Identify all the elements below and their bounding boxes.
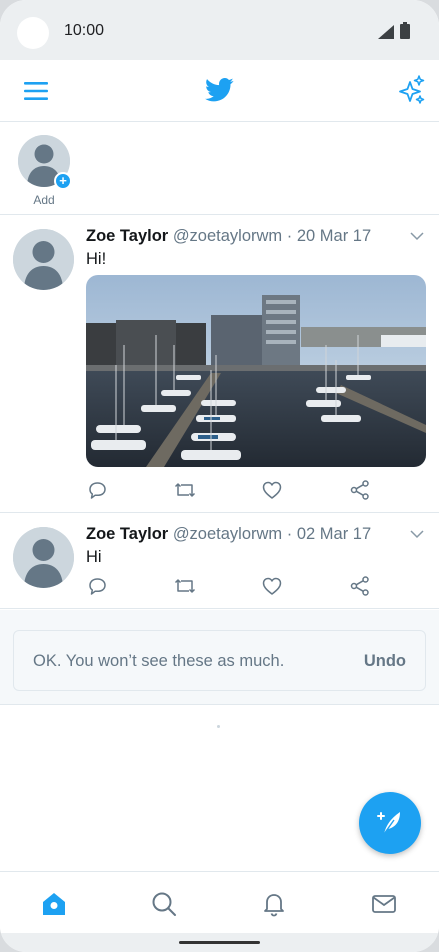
tweet-header: Zoe Taylor @zoetaylorwm · 20 Mar 17: [86, 227, 371, 246]
retweet-icon[interactable]: [173, 574, 197, 598]
tweet-actions: [86, 574, 386, 598]
add-plus-icon[interactable]: +: [54, 172, 72, 190]
hamburger-menu-icon[interactable]: [22, 78, 50, 104]
like-icon[interactable]: [260, 574, 284, 598]
messages-icon[interactable]: [370, 890, 398, 918]
tweet-text: Hi!: [86, 250, 107, 268]
chevron-down-icon[interactable]: [410, 232, 424, 241]
author-name[interactable]: Zoe Taylor: [86, 525, 168, 543]
add-fleet-label: Add: [33, 193, 55, 207]
share-icon[interactable]: [348, 478, 372, 502]
fleets-row: + Add: [0, 123, 439, 215]
undo-button[interactable]: Undo: [364, 652, 406, 671]
reply-icon[interactable]: [86, 478, 110, 502]
status-bar: 10:00: [0, 0, 439, 60]
camera-cutout: [17, 17, 49, 49]
chevron-down-icon[interactable]: [410, 530, 424, 539]
compose-tweet-icon: [377, 812, 400, 835]
home-gesture-bar[interactable]: [179, 941, 260, 944]
author-handle[interactable]: @zoetaylorwm: [173, 227, 282, 245]
harbor-photo: [86, 275, 426, 467]
tweet-header: Zoe Taylor @zoetaylorwm · 02 Mar 17: [86, 525, 371, 544]
author-name[interactable]: Zoe Taylor: [86, 227, 168, 245]
default-avatar-icon: [13, 229, 74, 290]
share-icon[interactable]: [348, 574, 372, 598]
search-icon[interactable]: [150, 890, 178, 918]
tweet-date: 02 Mar 17: [296, 525, 372, 543]
tweet[interactable]: Zoe Taylor @zoetaylorwm · 02 Mar 17 Hi: [0, 514, 439, 609]
tweet-date: 20 Mar 17: [296, 227, 372, 245]
sparkle-icon[interactable]: [396, 74, 426, 106]
reply-icon[interactable]: [86, 574, 110, 598]
phone-screen: 10:00 + Add Zoe Taylor @zoetaylorwm · 20…: [0, 0, 439, 952]
signal-icon: [378, 25, 394, 39]
status-time: 10:00: [64, 22, 105, 39]
tweet-photo[interactable]: [86, 275, 426, 467]
compose-tweet-button[interactable]: [359, 792, 421, 854]
undo-message: OK. You won’t see these as much.: [33, 652, 285, 670]
tweet[interactable]: Zoe Taylor @zoetaylorwm · 20 Mar 17 Hi!: [0, 216, 439, 513]
battery-icon: [400, 22, 410, 39]
loading-dot: [217, 725, 220, 728]
meta-separator: ·: [282, 525, 297, 543]
feedback-section: OK. You won’t see these as much. Undo: [0, 610, 439, 705]
app-bar: [0, 60, 439, 122]
undo-notice: OK. You won’t see these as much. Undo: [13, 630, 426, 691]
system-nav-bar: [0, 933, 439, 952]
twitter-bird-icon: [205, 78, 234, 102]
bottom-nav: [0, 871, 439, 933]
meta-separator: ·: [282, 227, 297, 245]
home-icon[interactable]: [40, 890, 68, 918]
tweet-actions: [86, 478, 386, 502]
notifications-icon[interactable]: [260, 890, 288, 918]
author-handle[interactable]: @zoetaylorwm: [173, 525, 282, 543]
avatar[interactable]: [13, 229, 74, 290]
default-avatar-icon: [13, 527, 74, 588]
like-icon[interactable]: [260, 478, 284, 502]
tweet-text: Hi: [86, 548, 102, 566]
retweet-icon[interactable]: [173, 478, 197, 502]
avatar[interactable]: [13, 527, 74, 588]
